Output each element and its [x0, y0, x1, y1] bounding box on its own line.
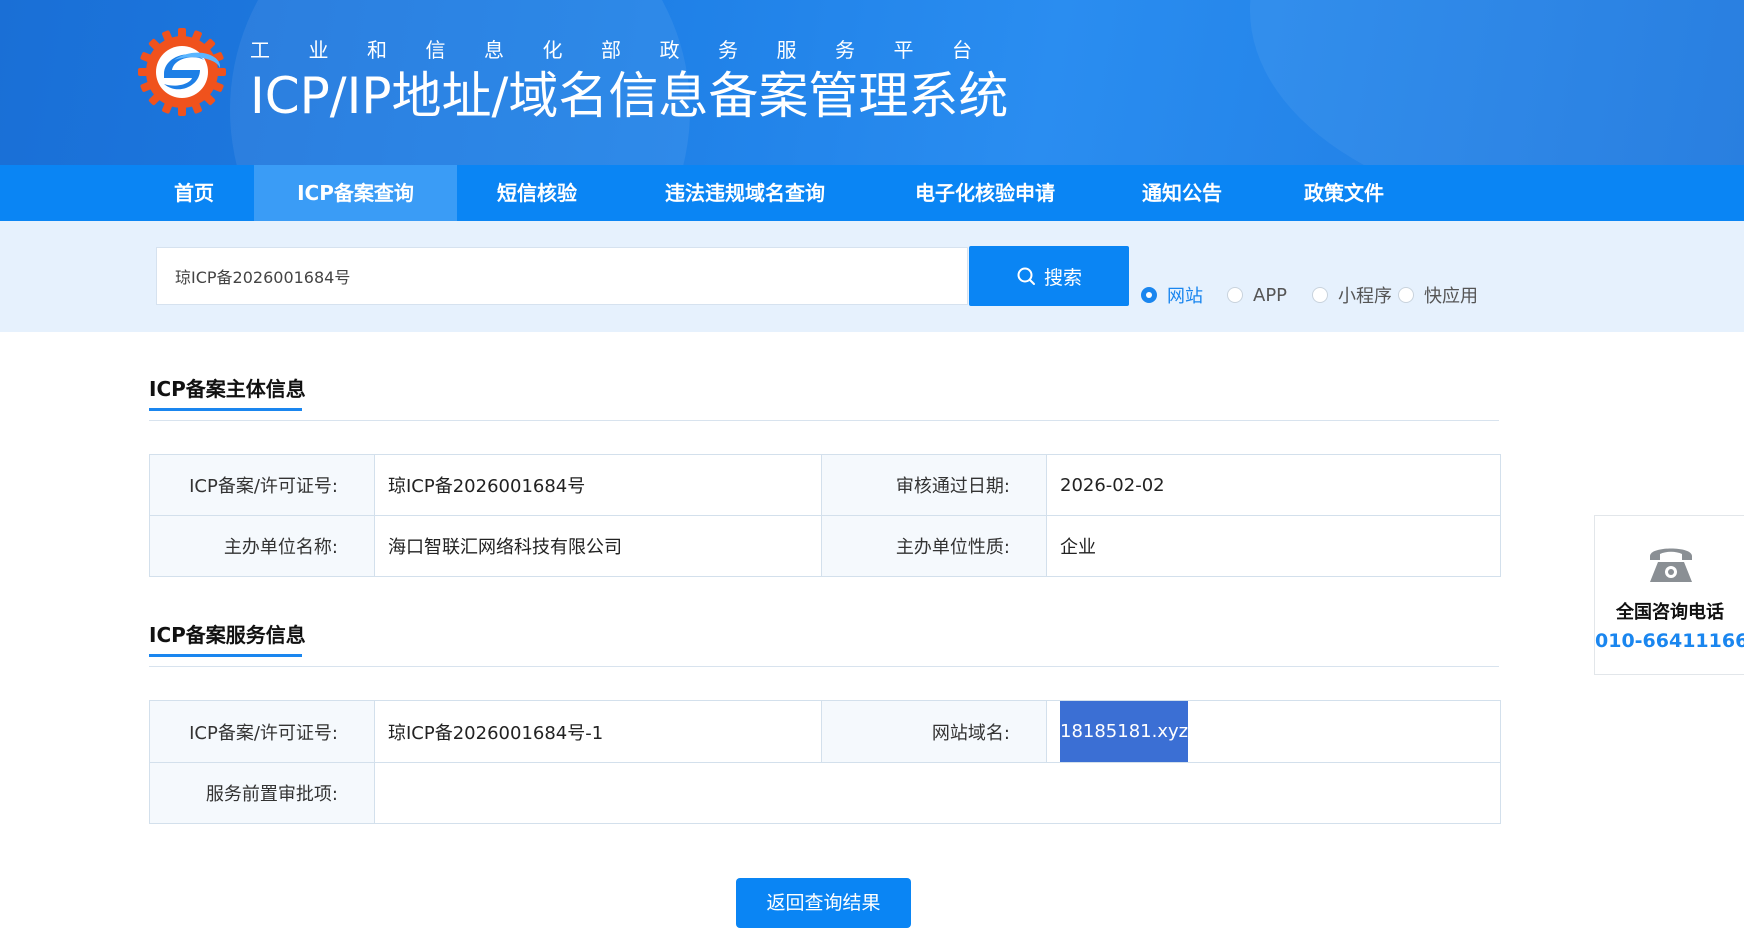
- nav-item-illegal-domain[interactable]: 违法违规域名查询: [640, 165, 850, 221]
- label-license-no: ICP备案/许可证号:: [149, 454, 375, 516]
- service-info-table: ICP备案/许可证号: 琼ICP备2026001684号-1 网站域名: 181…: [149, 700, 1501, 824]
- radio-quickapp[interactable]: 快应用: [1398, 282, 1478, 308]
- radio-dot: [1398, 287, 1414, 303]
- section-underline: [149, 654, 302, 657]
- label-organizer-name: 主办单位名称:: [149, 515, 375, 577]
- radio-app[interactable]: APP: [1227, 282, 1287, 308]
- label-approval-date: 审核通过日期:: [821, 454, 1047, 516]
- banner-subtitle: 工业和信息化部政务服务平台: [250, 38, 1011, 62]
- value-approval-date: 2026-02-02: [1046, 454, 1501, 516]
- search-icon: [1017, 267, 1035, 285]
- nav-item-sms-verify[interactable]: 短信核验: [477, 165, 597, 221]
- radio-label: 小程序: [1338, 286, 1392, 307]
- subject-info-table: ICP备案/许可证号: 琼ICP备2026001684号 审核通过日期: 202…: [149, 454, 1501, 577]
- table-row: ICP备案/许可证号: 琼ICP备2026001684号-1 网站域名: 181…: [149, 700, 1501, 763]
- value-pre-approval: [374, 762, 1501, 824]
- table-row: 主办单位名称: 海口智联汇网络科技有限公司 主办单位性质: 企业: [149, 515, 1501, 577]
- radio-dot: [1227, 287, 1243, 303]
- radio-dot: [1312, 287, 1328, 303]
- section-divider: [149, 666, 1499, 667]
- nav-item-e-verify[interactable]: 电子化核验申请: [890, 165, 1080, 221]
- label-website-domain: 网站域名:: [821, 700, 1047, 763]
- label-pre-approval: 服务前置审批项:: [149, 762, 375, 824]
- contact-label: 全国咨询电话: [1616, 602, 1724, 623]
- section-title-service: ICP备案服务信息: [149, 623, 306, 647]
- table-row: 服务前置审批项:: [149, 762, 1501, 824]
- table-row: ICP备案/许可证号: 琼ICP备2026001684号 审核通过日期: 202…: [149, 454, 1501, 516]
- nav-item-home[interactable]: 首页: [154, 165, 234, 221]
- value-website-domain-cell: 18185181.xyz: [1046, 700, 1501, 763]
- radio-label: 快应用: [1424, 286, 1478, 307]
- section-underline: [149, 408, 302, 411]
- value-license-no: 琼ICP备2026001684号: [374, 454, 822, 516]
- website-domain-value[interactable]: 18185181.xyz: [1060, 701, 1189, 762]
- radio-label: 网站: [1167, 286, 1203, 307]
- header-banner: 工业和信息化部政务服务平台 ICP/IP地址/域名信息备案管理系统: [0, 0, 1744, 165]
- section-title-subject: ICP备案主体信息: [149, 377, 306, 401]
- contact-panel: 全国咨询电话 010-66411166: [1594, 515, 1744, 675]
- label-service-license-no: ICP备案/许可证号:: [149, 700, 375, 763]
- main-nav: 首页 ICP备案查询 短信核验 违法违规域名查询 电子化核验申请 通知公告 政策…: [0, 165, 1744, 221]
- logo-icon: [138, 28, 226, 116]
- radio-website[interactable]: 网站: [1141, 282, 1203, 308]
- contact-phone-number[interactable]: 010-66411166: [1595, 630, 1744, 652]
- label-organizer-type: 主办单位性质:: [821, 515, 1047, 577]
- value-organizer-type: 企业: [1046, 515, 1501, 577]
- return-to-results-button[interactable]: 返回查询结果: [736, 878, 911, 928]
- nav-item-notices[interactable]: 通知公告: [1122, 165, 1242, 221]
- section-divider: [149, 420, 1499, 421]
- banner-decoration: [1250, 0, 1744, 165]
- page-title: ICP/IP地址/域名信息备案管理系统: [250, 67, 1009, 125]
- search-button-label: 搜索: [1043, 266, 1082, 289]
- radio-dot: [1141, 287, 1157, 303]
- radio-miniprogram[interactable]: 小程序: [1312, 282, 1392, 308]
- nav-item-icp-query[interactable]: ICP备案查询: [254, 165, 457, 221]
- value-organizer-name: 海口智联汇网络科技有限公司: [374, 515, 822, 577]
- search-button[interactable]: 搜索: [969, 246, 1129, 306]
- phone-icon: [1650, 548, 1692, 582]
- nav-item-policy[interactable]: 政策文件: [1284, 165, 1404, 221]
- radio-label: APP: [1253, 284, 1288, 306]
- value-service-license-no: 琼ICP备2026001684号-1: [374, 700, 822, 763]
- search-input[interactable]: [156, 247, 968, 305]
